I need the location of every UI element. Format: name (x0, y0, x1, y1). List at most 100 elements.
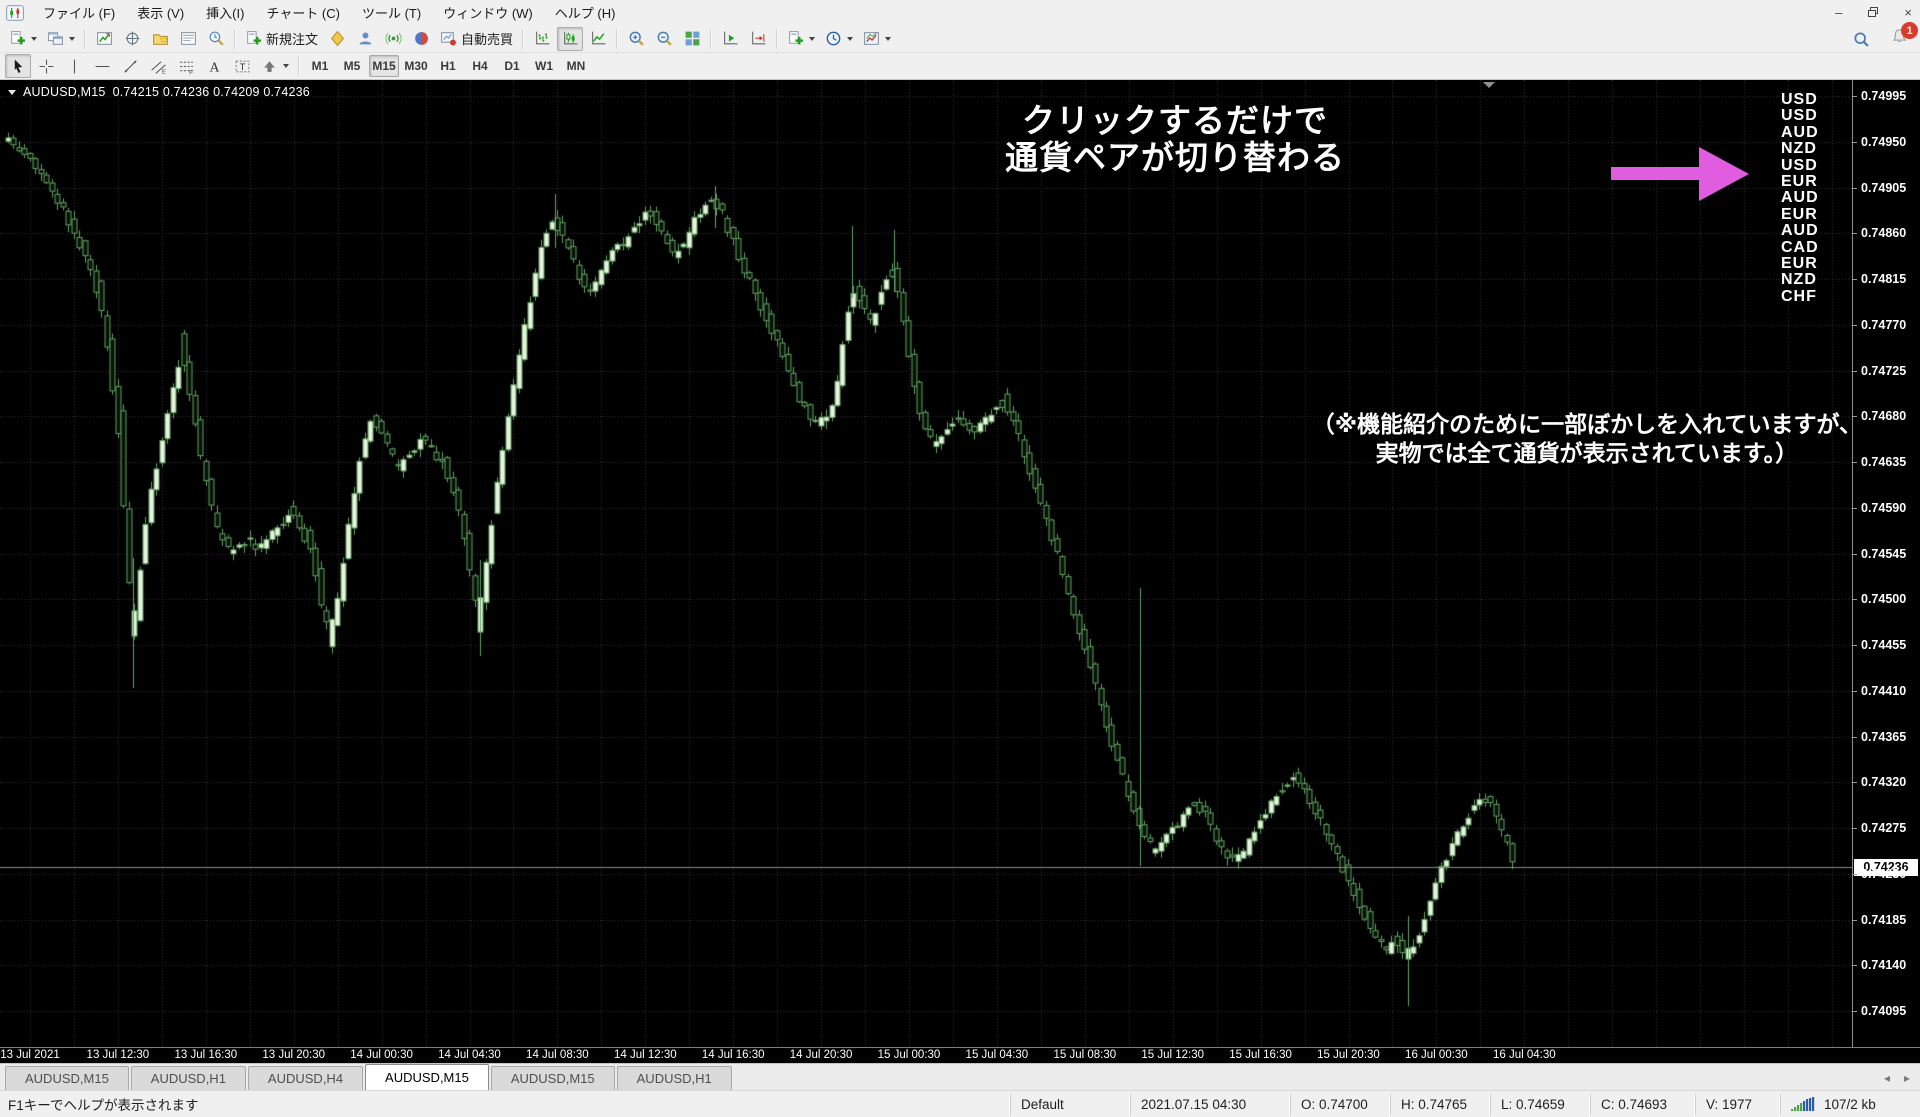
price-axis-label: 0.74185 (1861, 913, 1906, 927)
menu-window[interactable]: ウィンドウ (W) (432, 0, 544, 25)
zoom-in-button[interactable] (623, 27, 649, 51)
menu-insert[interactable]: 挿入(I) (195, 0, 255, 25)
tile-windows-button[interactable] (679, 27, 705, 51)
market-watch-button[interactable] (91, 27, 117, 51)
tab-chart-0[interactable]: AUDUSD,M15 (5, 1066, 129, 1090)
terminal-button[interactable] (175, 27, 201, 51)
auto-scroll-button[interactable] (717, 27, 743, 51)
arrows-button[interactable] (257, 54, 293, 78)
vertical-line-button[interactable] (61, 54, 87, 78)
restore-button[interactable] (1868, 5, 1878, 20)
dropdown-arrow-icon[interactable] (809, 37, 815, 41)
text-label-button[interactable]: T (229, 54, 255, 78)
chart-bars-icon (534, 30, 551, 47)
metaeditor-button[interactable] (324, 27, 350, 51)
line-chart-button[interactable] (585, 27, 611, 51)
currency-item[interactable]: USD (1781, 92, 1819, 108)
dropdown-arrow-icon[interactable] (69, 37, 75, 41)
search-button[interactable] (1848, 27, 1874, 51)
currency-item[interactable]: NZD (1781, 141, 1819, 157)
dropdown-arrow-icon[interactable] (283, 64, 289, 68)
price-axis-label: 0.74140 (1861, 958, 1906, 972)
tab-chart-5[interactable]: AUDUSD,H1 (617, 1066, 732, 1090)
currency-item[interactable]: USD (1781, 108, 1819, 124)
tab-chart-2[interactable]: AUDUSD,H4 (248, 1066, 363, 1090)
currency-item[interactable]: USD (1781, 158, 1819, 174)
crosshair-button[interactable] (33, 54, 59, 78)
chart-shift-button[interactable] (745, 27, 771, 51)
toolbar-separator (616, 29, 618, 49)
navigator-button[interactable] (147, 27, 173, 51)
svg-text:T: T (239, 62, 245, 73)
dropdown-arrow-icon[interactable] (847, 37, 853, 41)
currency-item[interactable]: AUD (1781, 190, 1819, 206)
timeframe-d1[interactable]: D1 (497, 55, 527, 77)
crosshair-icon (38, 58, 55, 75)
fibo-icon: F (178, 58, 195, 75)
chart-tab-bar: AUDUSD,M15AUDUSD,H1AUDUSD,H4AUDUSD,M15AU… (0, 1063, 1920, 1090)
candlestick-chart[interactable] (0, 80, 1852, 1047)
symbol-dropdown-icon[interactable] (8, 90, 16, 95)
profiles-button[interactable] (43, 27, 79, 51)
currency-item[interactable]: AUD (1781, 125, 1819, 141)
fibonacci-button[interactable]: F (173, 54, 199, 78)
currency-item[interactable]: EUR (1781, 174, 1819, 190)
profiles-icon (47, 30, 64, 47)
time-axis[interactable]: 13 Jul 202113 Jul 12:3013 Jul 16:3013 Ju… (0, 1047, 1920, 1063)
menu-file[interactable]: ファイル (F) (32, 0, 126, 25)
periods-button[interactable] (821, 27, 857, 51)
timeframe-h1[interactable]: H1 (433, 55, 463, 77)
main-toolbar: 新規注文 自動売買 (0, 25, 1920, 53)
tab-chart-4[interactable]: AUDUSD,M15 (491, 1066, 615, 1090)
market-mql5-icon (413, 30, 430, 47)
timeframe-m15[interactable]: M15 (369, 55, 399, 77)
menu-help[interactable]: ヘルプ (H) (544, 0, 627, 25)
text-button[interactable]: A (201, 54, 227, 78)
dropdown-arrow-icon[interactable] (885, 37, 891, 41)
new-order-button[interactable]: 新規注文 (241, 27, 322, 51)
minimize-button[interactable]: – (1835, 5, 1842, 20)
indicators-button[interactable] (783, 27, 819, 51)
price-axis-label: 0.74725 (1861, 364, 1906, 378)
menu-view[interactable]: 表示 (V) (126, 0, 195, 25)
currency-item[interactable]: AUD (1781, 223, 1819, 239)
shapes-icon (261, 58, 278, 75)
chart-shift-marker[interactable] (1483, 82, 1495, 88)
tab-scroll-left-icon[interactable]: ◂ (1884, 1071, 1890, 1085)
cursor-button[interactable] (5, 54, 31, 78)
autotrading-button[interactable]: 自動売買 (436, 27, 517, 51)
timeframe-w1[interactable]: W1 (529, 55, 559, 77)
currency-item[interactable]: EUR (1781, 256, 1819, 272)
zoom-out-button[interactable] (651, 27, 677, 51)
horizontal-line-button[interactable] (89, 54, 115, 78)
tab-scroll-right-icon[interactable]: ▸ (1904, 1071, 1910, 1085)
templates-button[interactable] (859, 27, 895, 51)
menu-tools[interactable]: ツール (T) (351, 0, 432, 25)
signals-button[interactable] (380, 27, 406, 51)
strategy-tester-button[interactable] (203, 27, 229, 51)
timeframe-m5[interactable]: M5 (337, 55, 367, 77)
close-button[interactable]: × (1904, 5, 1912, 20)
community-button[interactable] (352, 27, 378, 51)
timeframe-m30[interactable]: M30 (401, 55, 431, 77)
trendline-button[interactable] (117, 54, 143, 78)
new-chart-button[interactable] (5, 27, 41, 51)
candle-chart-button[interactable] (557, 27, 583, 51)
currency-item[interactable]: CHF (1781, 289, 1819, 305)
menu-chart[interactable]: チャート (C) (255, 0, 351, 25)
tab-chart-3[interactable]: AUDUSD,M15 (365, 1064, 489, 1090)
timeframe-h4[interactable]: H4 (465, 55, 495, 77)
notifications-button[interactable]: 1 (1891, 28, 1908, 50)
bar-chart-button[interactable] (529, 27, 555, 51)
data-window-button[interactable] (119, 27, 145, 51)
currency-item[interactable]: EUR (1781, 207, 1819, 223)
currency-item[interactable]: CAD (1781, 240, 1819, 256)
timeframe-mn[interactable]: MN (561, 55, 591, 77)
currency-item[interactable]: NZD (1781, 272, 1819, 288)
tab-chart-1[interactable]: AUDUSD,H1 (131, 1066, 246, 1090)
timeframe-m1[interactable]: M1 (305, 55, 335, 77)
price-axis[interactable]: 0.74236 0.749950.749500.749050.748600.74… (1852, 80, 1920, 1047)
market-button[interactable] (408, 27, 434, 51)
equidistant-channel-button[interactable]: E (145, 54, 171, 78)
dropdown-arrow-icon[interactable] (31, 37, 37, 41)
